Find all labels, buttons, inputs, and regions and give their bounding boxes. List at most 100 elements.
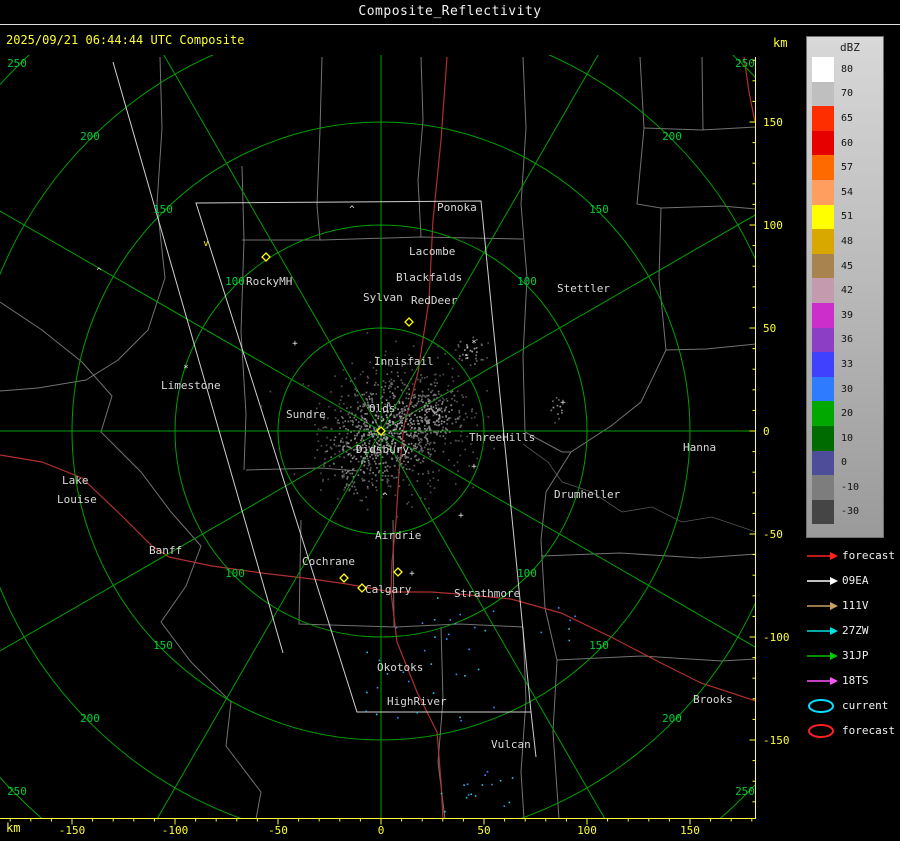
radar-echo-pixel <box>437 409 439 411</box>
radar-echo-pixel <box>328 465 331 467</box>
radar-echo-pixel <box>384 466 387 468</box>
radar-echo-pixel <box>413 464 416 467</box>
radar-echo-pixel <box>342 445 344 448</box>
radar-echo-pixel <box>400 389 403 392</box>
boundary-line <box>417 56 424 238</box>
water-pixel <box>448 633 450 636</box>
radar-echo-pixel <box>323 465 325 467</box>
radar-echo-pixel <box>413 393 416 396</box>
radar-echo-pixel <box>395 456 398 459</box>
boundary-line <box>0 301 262 819</box>
station-mark: + <box>471 462 477 472</box>
radar-echo-pixel <box>333 439 336 441</box>
radar-echo-pixel <box>471 410 473 413</box>
radar-echo-pixel <box>368 440 371 442</box>
radar-echo-pixel <box>456 461 459 464</box>
radar-echo-pixel <box>333 443 336 446</box>
radar-echo-pixel <box>343 456 345 459</box>
radar-echo-pixel <box>415 409 418 412</box>
radar-echo-pixel <box>435 413 438 416</box>
radar-echo-pixel <box>386 373 389 375</box>
radar-echo-pixel <box>353 456 356 458</box>
radar-echo-pixel <box>480 358 483 361</box>
boundary-line <box>660 205 756 210</box>
radar-echo-pixel <box>368 431 370 434</box>
radar-echo-pixel <box>416 402 419 405</box>
radar-echo-pixel <box>410 417 412 420</box>
boundary-line <box>242 236 524 241</box>
radar-echo-pixel <box>398 400 401 403</box>
arrow-head <box>830 651 838 660</box>
radar-echo-pixel <box>378 440 380 442</box>
radar-echo-pixel <box>381 456 384 458</box>
range-label-250: 250 <box>7 57 27 70</box>
radar-echo-pixel <box>420 374 422 376</box>
radar-echo-pixel <box>475 412 478 415</box>
radar-echo-pixel <box>441 410 443 413</box>
radar-echo-pixel <box>458 357 461 360</box>
radar-echo-pixel <box>361 462 363 464</box>
radar-echo-pixel <box>552 406 555 409</box>
radar-echo-pixel <box>437 356 439 359</box>
bottom-axis-label: 50 <box>477 824 490 837</box>
radar-echo-pixel <box>423 394 426 397</box>
radar-echo-pixel <box>364 403 367 406</box>
radar-echo-pixel <box>408 435 411 437</box>
legend-arrow-icon <box>807 651 838 660</box>
radar-echo-pixel <box>430 432 432 434</box>
radar-echo-pixel <box>454 418 457 421</box>
radar-echo-pixel <box>375 489 378 492</box>
radar-echo-pixel <box>464 349 466 351</box>
water-pixel <box>474 795 477 797</box>
radar-echo-pixel <box>351 362 354 365</box>
radar-echo-pixel <box>393 429 396 431</box>
radar-echo-pixel <box>372 435 375 438</box>
radar-echo-pixel <box>375 369 378 372</box>
radar-echo-pixel <box>368 480 370 483</box>
colorbar-value: 54 <box>841 186 854 198</box>
radar-echo-pixel <box>348 452 351 455</box>
bottom-axis-label: 0 <box>378 824 385 837</box>
radar-echo-pixel <box>418 444 421 446</box>
radial-line <box>163 55 382 432</box>
radar-echo-pixel <box>451 367 454 370</box>
radar-echo-pixel <box>466 357 469 359</box>
radar-echo-pixel <box>424 377 426 379</box>
radar-echo-pixel <box>450 404 452 407</box>
right-axis-label: -50 <box>763 528 783 541</box>
radar-echo-pixel <box>372 393 374 395</box>
legend-label: 31JP <box>842 649 869 662</box>
radar-echo-pixel <box>397 375 399 377</box>
legend-arrow-icon <box>807 551 838 560</box>
colorbar-value: 42 <box>841 285 854 297</box>
colorbar-value: 10 <box>841 432 854 444</box>
colorbar-swatch <box>812 475 834 500</box>
radar-echo-pixel <box>409 419 411 422</box>
radar-echo-pixel <box>374 474 377 477</box>
radar-echo-pixel <box>458 355 461 357</box>
water-pixel <box>493 706 495 709</box>
colorbar-value: 80 <box>841 63 854 75</box>
radar-echo-pixel <box>352 476 355 478</box>
radar-echo-pixel <box>345 485 348 487</box>
radar-echo-pixel <box>344 469 347 472</box>
radar-echo-pixel <box>416 419 419 422</box>
water-pixel <box>467 794 470 796</box>
radar-echo-pixel <box>434 385 437 387</box>
radar-echo-pixel <box>341 466 343 468</box>
city-label-calgary: Calgary <box>365 583 412 596</box>
radar-echo-pixel <box>366 375 369 378</box>
radar-echo-pixel <box>430 405 432 408</box>
radar-echo-pixel <box>343 473 345 476</box>
radar-echo-pixel <box>431 409 434 412</box>
radar-echo-pixel <box>439 374 441 377</box>
bottom-axis-label: 100 <box>577 824 597 837</box>
radar-echo-pixel <box>324 458 326 460</box>
radar-echo-pixel <box>351 480 354 483</box>
highway-line <box>391 591 756 702</box>
range-label-250: 250 <box>735 785 755 798</box>
radar-echo-pixel <box>440 422 443 425</box>
radar-echo-pixel <box>396 371 399 374</box>
radar-echo-pixel <box>383 391 385 394</box>
colorbar-cell--30: -30 <box>812 499 883 525</box>
